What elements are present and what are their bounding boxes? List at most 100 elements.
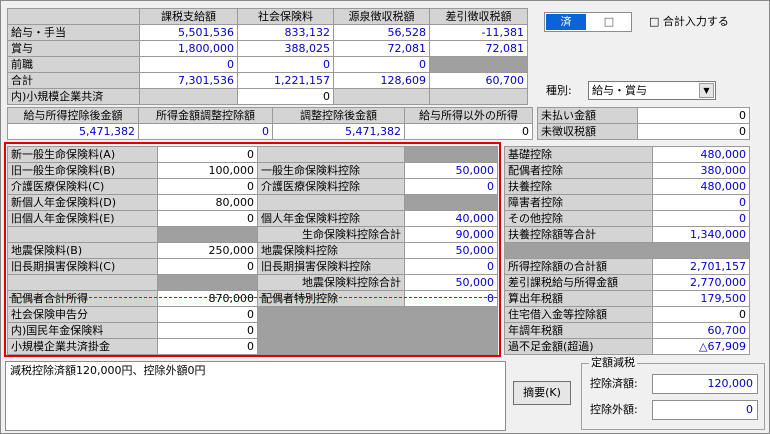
row-label: 配偶者控除 xyxy=(504,162,653,179)
kind-label: 種別: xyxy=(546,84,572,97)
cell-value[interactable]: 5,501,536 xyxy=(139,24,238,41)
cell-value: 0 xyxy=(652,194,750,211)
row-label: 障害者控除 xyxy=(504,194,653,211)
summary-header: 社会保険料 xyxy=(237,8,334,25)
cell-value: 50,000 xyxy=(404,242,498,259)
cell-value[interactable]: 0 xyxy=(157,306,258,323)
cell-value[interactable]: 0 xyxy=(157,338,258,355)
income-header: 給与所得控除後金額 xyxy=(7,107,139,124)
cell-value[interactable]: 870,000 xyxy=(157,290,258,307)
chevron-down-icon[interactable]: ▼ xyxy=(699,83,714,98)
table-row: 未払い金額 0 xyxy=(537,107,750,124)
table-row: その他控除 0 xyxy=(504,210,750,227)
row-label: 地震保険料控除合計 xyxy=(257,274,405,291)
deductions-table: 基礎控除 480,000 配偶者控除 380,000 扶養控除 480,000 障害者… xyxy=(504,146,750,355)
excluded-field[interactable]: 0 xyxy=(652,400,758,420)
checkbox-icon[interactable]: □ xyxy=(649,15,659,28)
row-label: 旧個人年金保険料(E) xyxy=(7,210,158,227)
deducted-field[interactable]: 120,000 xyxy=(652,374,758,394)
toggle-off[interactable]: □ xyxy=(589,14,629,30)
cell-value[interactable]: 1,800,000 xyxy=(139,40,238,57)
empty-cell xyxy=(333,88,430,105)
kind-select[interactable]: 給与・賞与 ▼ xyxy=(588,81,716,100)
row-label: 個人年金保険料控除 xyxy=(257,210,405,227)
cell-value[interactable]: 0 xyxy=(157,210,258,227)
row-label: 住宅借入金等控除額 xyxy=(504,306,653,323)
table-row: 合計 7,301,536 1,221,157 128,609 60,700 xyxy=(7,72,528,89)
cell-value[interactable]: 0 xyxy=(652,306,750,323)
cell-value: 5,471,382 xyxy=(272,123,405,140)
cell-value[interactable]: 250,000 xyxy=(157,242,258,259)
cell-value: 40,000 xyxy=(404,210,498,227)
disabled-cell xyxy=(404,194,498,211)
disabled-cell xyxy=(504,242,750,259)
cell-value: 0 xyxy=(404,290,498,307)
cell-value: 480,000 xyxy=(652,146,750,163)
cell-value[interactable]: 80,000 xyxy=(157,194,258,211)
cell-value[interactable]: 0 xyxy=(404,123,533,140)
kind-value: 給与・賞与 xyxy=(592,84,647,97)
status-toggle[interactable]: 済 □ xyxy=(544,12,632,32)
checkbox-label: 合計入力する xyxy=(662,15,729,28)
insurance-table: 新一般生命保険料(A) 0 旧一般生命保険料(B) 100,000 一般生命保険料控除… xyxy=(7,146,498,355)
cell-value: 480,000 xyxy=(652,178,750,195)
total-input-checkbox[interactable]: □ 合計入力する xyxy=(649,14,729,30)
toggle-on[interactable]: 済 xyxy=(546,14,586,30)
income-header: 調整控除後金額 xyxy=(272,107,405,124)
memo-textarea[interactable]: 減税控除済額120,000円、控除外額0円 xyxy=(5,361,506,431)
row-label: 一般生命保険料控除 xyxy=(257,162,405,179)
cell-value[interactable]: 0 xyxy=(157,322,258,339)
row-label: 賞与 xyxy=(7,40,140,57)
cell-value: 60,700 xyxy=(652,322,750,339)
summary-corner xyxy=(7,8,140,25)
cell-value[interactable]: 0 xyxy=(138,123,273,140)
income-table: 給与所得控除後金額 所得金額調整控除額 調整控除後金額 給与所得以外の所得 5,… xyxy=(7,107,533,140)
table-row: 社会保険申告分 0 xyxy=(7,306,498,355)
cell-value[interactable]: 56,528 xyxy=(333,24,430,41)
summary-header: 課税支給額 xyxy=(139,8,238,25)
table-row: 前職 0 0 0 xyxy=(7,56,528,73)
cell-value[interactable]: 0 xyxy=(333,56,430,73)
table-row: 配偶者控除 380,000 xyxy=(504,162,750,179)
empty-cell xyxy=(257,146,405,163)
cell-value[interactable]: 0 xyxy=(237,88,334,105)
table-row: 未徴収税額 0 xyxy=(537,123,750,140)
cell-value: 50,000 xyxy=(404,274,498,291)
excluded-label: 控除外額: xyxy=(590,403,638,416)
row-label: 合計 xyxy=(7,72,140,89)
cell-value[interactable]: 833,132 xyxy=(237,24,334,41)
table-row: 所得控除額の合計額 2,701,157 xyxy=(504,258,750,275)
table-row: 地震保険料控除合計 50,000 xyxy=(7,274,498,291)
cell-value[interactable]: 388,025 xyxy=(237,40,334,57)
cell-value[interactable]: 0 xyxy=(237,56,334,73)
table-row: 新一般生命保険料(A) 0 xyxy=(7,146,498,163)
row-label: 過不足金額(超過) xyxy=(504,338,653,355)
table-row: 給与・手当 5,501,536 833,132 56,528 -11,381 xyxy=(7,24,528,41)
cell-value: 380,000 xyxy=(652,162,750,179)
row-label: 地震保険料(B) xyxy=(7,242,158,259)
cell-value[interactable]: 0 xyxy=(637,107,750,124)
cell-value[interactable]: 100,000 xyxy=(157,162,258,179)
table-row: 算出年税額 179,500 xyxy=(504,290,750,307)
empty-cell xyxy=(139,88,238,105)
cell-value: 2,770,000 xyxy=(652,274,750,291)
cell-value[interactable]: 0 xyxy=(139,56,238,73)
disabled-cell xyxy=(429,56,528,73)
table-row: 過不足金額(超過) △67,909 xyxy=(504,338,750,355)
cell-value[interactable]: 0 xyxy=(157,178,258,195)
row-label: その他控除 xyxy=(504,210,653,227)
cell-value[interactable]: 0 xyxy=(157,258,258,275)
cell-value[interactable]: 72,081 xyxy=(333,40,430,57)
row-label: 年調年税額 xyxy=(504,322,653,339)
row-label: 扶養控除 xyxy=(504,178,653,195)
summary-header: 源泉徴収税額 xyxy=(333,8,430,25)
cell-value[interactable]: 0 xyxy=(637,123,750,140)
cell-value: 5,471,382 xyxy=(7,123,139,140)
cell-value[interactable]: 0 xyxy=(157,146,258,163)
cell-value: 72,081 xyxy=(429,40,528,57)
empty-cell xyxy=(7,274,158,291)
table-row: 扶養控除 480,000 xyxy=(504,178,750,195)
row-label: 介護医療保険料(C) xyxy=(7,178,158,195)
summary-button[interactable]: 摘要(K) xyxy=(513,381,571,405)
table-row: 年調年税額 60,700 xyxy=(504,322,750,339)
